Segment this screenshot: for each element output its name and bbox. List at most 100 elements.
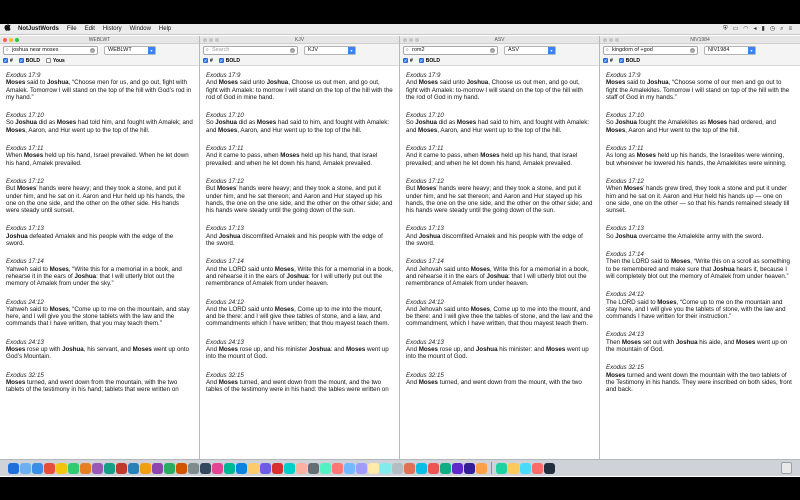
menu-file[interactable]: File: [63, 24, 81, 35]
dock-app-icon[interactable]: [212, 462, 223, 474]
pane-title-bar[interactable]: WEBLWT: [0, 36, 199, 44]
minimize-window-icon[interactable]: [609, 38, 613, 42]
verse-reference[interactable]: Exodus 17:11: [6, 145, 193, 152]
dock-app-icon[interactable]: [544, 462, 555, 474]
checkbox[interactable]: ✓: [3, 58, 8, 63]
verse-reference[interactable]: Exodus 17:14: [6, 258, 193, 265]
search-field[interactable]: ⌕ ×: [203, 45, 298, 55]
verse-reference[interactable]: Exodus 17:11: [206, 145, 393, 152]
dock-app-icon[interactable]: [20, 462, 31, 474]
verse-reference[interactable]: Exodus 17:10: [606, 112, 794, 119]
dock-app-icon[interactable]: [380, 462, 391, 474]
clear-search-icon[interactable]: ×: [290, 47, 295, 53]
clock-icon[interactable]: ◷: [770, 24, 775, 35]
shield-icon[interactable]: ⛨: [723, 24, 728, 35]
close-window-icon[interactable]: [3, 38, 7, 42]
checkbox[interactable]: [45, 58, 51, 63]
search-field[interactable]: ⌕ ×: [403, 45, 498, 55]
verse-reference[interactable]: Exodus 32:15: [6, 372, 193, 379]
dock-app-icon[interactable]: [152, 462, 163, 474]
dock-app-icon[interactable]: [8, 462, 19, 474]
apple-icon[interactable]: [0, 23, 14, 35]
verse-reference[interactable]: Exodus 24:12: [406, 299, 593, 306]
checkbox[interactable]: ✓: [203, 58, 208, 63]
clear-search-icon[interactable]: ×: [490, 47, 495, 53]
dock-app-icon[interactable]: [284, 462, 295, 474]
dock-app-icon[interactable]: [176, 462, 187, 474]
verse-reference[interactable]: Exodus 17:14: [406, 258, 593, 265]
dock-app-icon[interactable]: [224, 462, 235, 474]
zoom-window-icon[interactable]: [415, 38, 419, 42]
search-input[interactable]: [12, 46, 92, 54]
verse-reference[interactable]: Exodus 24:12: [206, 299, 393, 306]
verse-reference[interactable]: Exodus 17:13: [406, 225, 593, 232]
clear-search-icon[interactable]: ×: [90, 47, 95, 53]
dock-app-icon[interactable]: [68, 462, 79, 474]
dock-app-icon[interactable]: [496, 462, 507, 474]
dock-app-icon[interactable]: [332, 462, 343, 474]
trash-icon[interactable]: [781, 462, 792, 474]
dock-app-icon[interactable]: [308, 462, 319, 474]
dock-app-icon[interactable]: [428, 462, 439, 474]
zoom-window-icon[interactable]: [15, 38, 19, 42]
verse-reference[interactable]: Exodus 24:13: [606, 331, 794, 338]
verse-reference[interactable]: Exodus 32:15: [406, 372, 593, 379]
check-option[interactable]: ✓ BOLD: [218, 58, 240, 64]
dock-app-icon[interactable]: [404, 462, 415, 474]
search-field[interactable]: ⌕ ×: [3, 45, 98, 55]
dock-app-icon[interactable]: [128, 462, 139, 474]
dock-app-icon[interactable]: [164, 462, 175, 474]
clear-search-icon[interactable]: ×: [690, 47, 695, 53]
verse-reference[interactable]: Exodus 17:9: [6, 72, 193, 79]
search-field[interactable]: ⌕ ×: [603, 45, 698, 55]
wifi-icon[interactable]: ◠: [743, 24, 748, 35]
verse-reference[interactable]: Exodus 24:12: [6, 299, 193, 306]
dock-app-icon[interactable]: [116, 462, 127, 474]
menu-window[interactable]: Window: [126, 24, 155, 35]
minimize-window-icon[interactable]: [409, 38, 413, 42]
dock-app-icon[interactable]: [32, 462, 43, 474]
search-input[interactable]: [412, 46, 492, 54]
check-option[interactable]: ✓ BOLD: [18, 58, 40, 64]
close-window-icon[interactable]: [203, 38, 207, 42]
spotlight-icon[interactable]: ⌕: [780, 24, 783, 35]
verse-reference[interactable]: Exodus 32:15: [206, 372, 393, 379]
dock-app-icon[interactable]: [356, 462, 367, 474]
check-option[interactable]: Yous: [45, 58, 65, 64]
display-icon[interactable]: ▭: [733, 24, 739, 35]
version-select[interactable]: ASV ▾: [504, 45, 556, 55]
menu-history[interactable]: History: [99, 24, 126, 35]
pane-title-bar[interactable]: NIV1984: [600, 36, 800, 44]
volume-icon[interactable]: ◂: [754, 24, 757, 35]
dock-app-icon[interactable]: [140, 462, 151, 474]
verse-reference[interactable]: Exodus 17:10: [6, 112, 193, 119]
check-option[interactable]: ✓ #: [203, 58, 213, 64]
dock-app-icon[interactable]: [296, 462, 307, 474]
verse-reference[interactable]: Exodus 17:11: [406, 145, 593, 152]
dock-app-icon[interactable]: [104, 462, 115, 474]
verse-reference[interactable]: Exodus 17:9: [406, 72, 593, 79]
checkbox[interactable]: ✓: [218, 58, 224, 63]
dock-app-icon[interactable]: [260, 462, 271, 474]
verse-reference[interactable]: Exodus 17:10: [206, 112, 393, 119]
check-option[interactable]: ✓ #: [403, 58, 413, 64]
dock-app-icon[interactable]: [56, 462, 67, 474]
menu-edit[interactable]: Edit: [81, 24, 99, 35]
dock-app-icon[interactable]: [200, 462, 211, 474]
check-option[interactable]: ✓ #: [3, 58, 13, 64]
close-window-icon[interactable]: [403, 38, 407, 42]
dock-app-icon[interactable]: [80, 462, 91, 474]
verse-reference[interactable]: Exodus 24:13: [206, 339, 393, 346]
version-select[interactable]: WEBLWT ▾: [104, 45, 156, 55]
dock-app-icon[interactable]: [392, 462, 403, 474]
checkbox[interactable]: ✓: [418, 58, 424, 63]
verse-reference[interactable]: Exodus 17:13: [6, 225, 193, 232]
verse-reference[interactable]: Exodus 17:12: [206, 178, 393, 185]
dock-app-icon[interactable]: [368, 462, 379, 474]
battery-icon[interactable]: ▮: [762, 24, 765, 35]
zoom-window-icon[interactable]: [215, 38, 219, 42]
pane-title-bar[interactable]: KJV: [200, 36, 399, 44]
verse-reference[interactable]: Exodus 24:13: [406, 339, 593, 346]
search-input[interactable]: [612, 46, 692, 54]
checkbox[interactable]: ✓: [403, 58, 408, 63]
